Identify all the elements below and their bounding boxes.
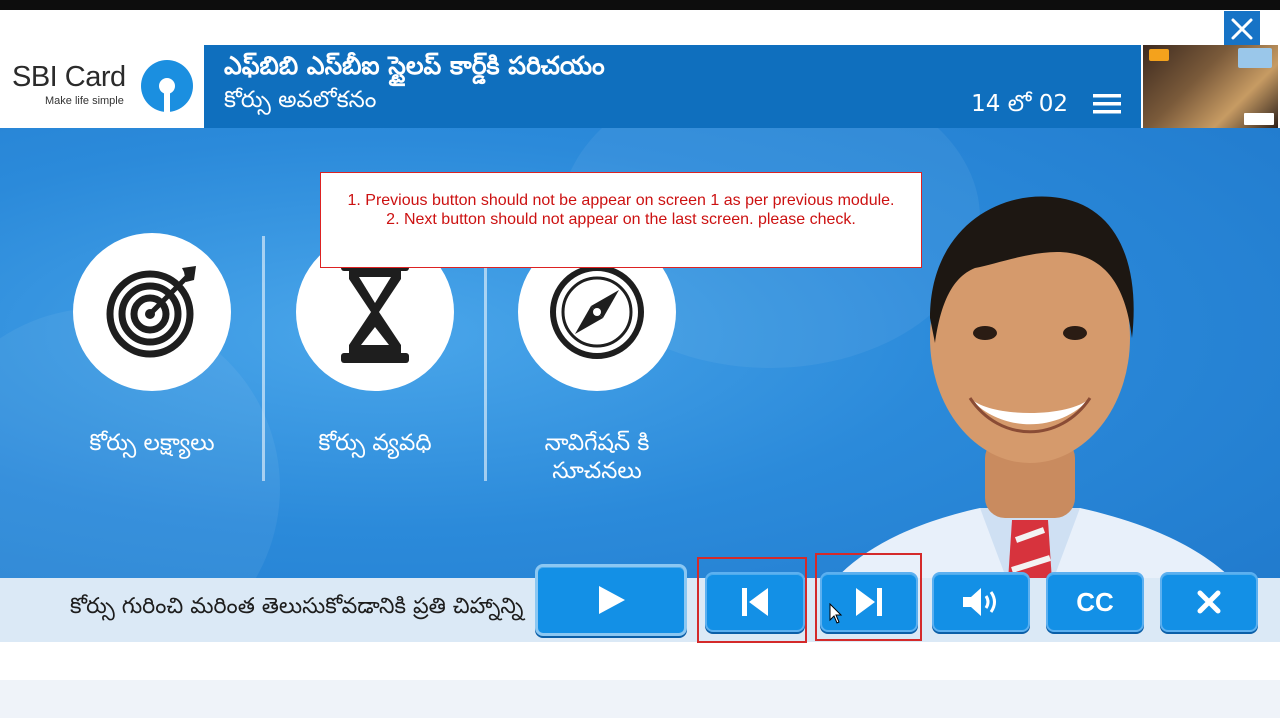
pillar-label: కోర్సు లక్ష్యాలు: [89, 430, 215, 456]
instruction-text: కోర్సు గురించి మరింత తెలుసుకోవడానికి ప్ర…: [70, 594, 524, 619]
pillar-course-objectives[interactable]: కోర్సు లక్ష్యాలు: [72, 233, 232, 457]
pillar-circle: [73, 233, 231, 391]
review-comment: 1. Previous button should not be appear …: [320, 172, 922, 268]
visa-logo: [1244, 113, 1274, 125]
pillar-label: కోర్సు వ్యవధి: [318, 430, 432, 456]
close-icon: [1231, 18, 1253, 40]
review-highlight-previous: [697, 557, 807, 643]
compass-icon: [550, 265, 644, 359]
captions-label: CC: [1076, 586, 1114, 617]
close-window-button[interactable]: [1224, 11, 1260, 47]
review-comment-line-1: 1. Previous button should not be appear …: [347, 192, 895, 209]
target-icon: [106, 266, 196, 358]
brand-logo: SBI Card Make life simple: [0, 45, 204, 128]
sbi-logo-icon: [141, 60, 193, 113]
mouse-cursor-icon: [829, 603, 843, 624]
pillar-navigation-tips[interactable]: నావిగేషన్ కి సూచనలు: [517, 233, 677, 485]
play-button[interactable]: [535, 564, 687, 636]
page-counter: 14 లో 02: [971, 91, 1068, 117]
card-promo-thumbnail: [1143, 45, 1278, 129]
close-icon: [1197, 590, 1221, 614]
speaker-icon: [963, 588, 996, 616]
exit-button[interactable]: [1160, 572, 1258, 632]
logo-text: SBI Card: [12, 61, 126, 93]
menu-icon[interactable]: [1093, 93, 1121, 115]
review-comment-line-2: 2. Next button should not appear on the …: [386, 211, 856, 228]
course-title: ఎఫ్‌బిబి ఎస్‌బీఐ స్టైలప్ కార్డ్‌కి పరిచయ…: [224, 51, 605, 80]
card-image: [1238, 48, 1272, 68]
divider: [484, 236, 487, 481]
play-icon: [599, 586, 625, 614]
section-title: కోర్సు అవలోకనం: [224, 87, 377, 113]
course-header: ఎఫ్‌బిబి ఎస్‌బీఐ స్టైలప్ కార్డ్‌కి పరిచయ…: [204, 45, 1141, 128]
pillar-label: నావిగేషన్ కి సూచనలు: [544, 430, 650, 484]
fbb-logo: [1149, 49, 1169, 61]
logo-tagline: Make life simple: [45, 95, 124, 107]
window-top-strip: [0, 0, 1280, 10]
audio-button[interactable]: [932, 572, 1030, 632]
page-footer: [0, 680, 1280, 718]
review-highlight-next: [815, 553, 922, 641]
divider: [262, 236, 265, 481]
hourglass-icon: [341, 261, 409, 363]
captions-button[interactable]: CC: [1046, 572, 1144, 632]
